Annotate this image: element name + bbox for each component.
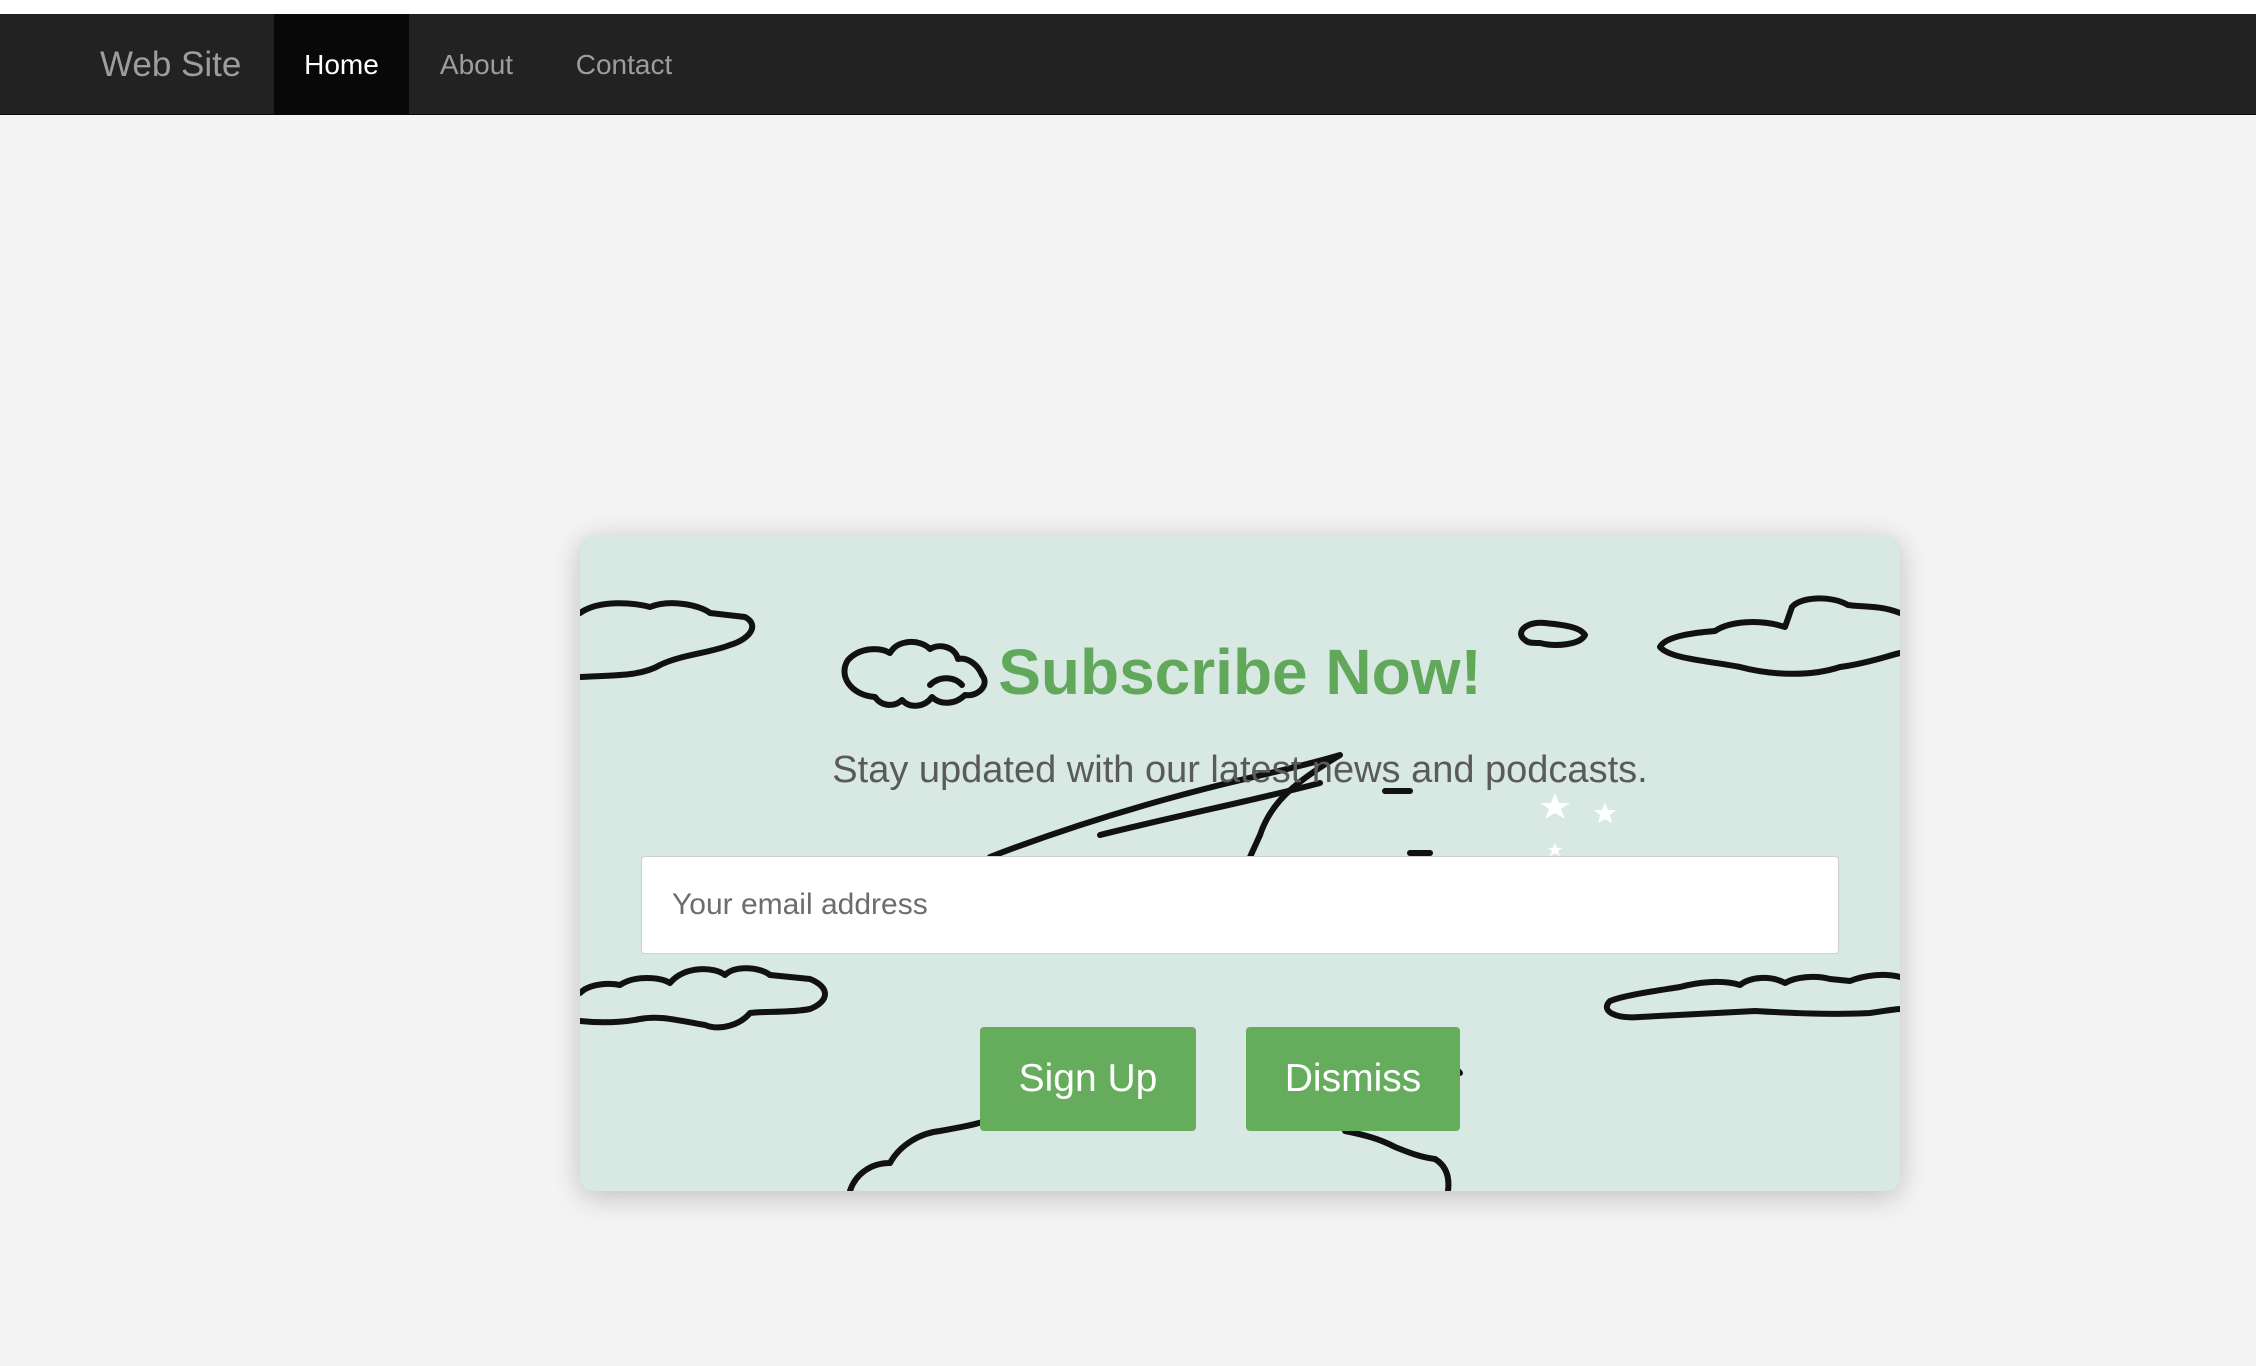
email-input[interactable] xyxy=(641,856,1839,954)
sign-up-button[interactable]: Sign Up xyxy=(980,1027,1196,1131)
top-navbar: Web Site Home About Contact xyxy=(0,14,2256,115)
subscribe-modal: Subscribe Now! Stay updated with our lat… xyxy=(580,535,1900,1191)
modal-title: Subscribe Now! xyxy=(998,636,1482,708)
cloud-doodle xyxy=(580,965,828,1031)
nav-item-home[interactable]: Home xyxy=(274,14,409,115)
cloud-doodle xyxy=(1603,971,1900,1021)
modal-subtitle: Stay updated with our latest news and po… xyxy=(832,749,1648,791)
cloud-doodle xyxy=(847,1118,988,1191)
browser-top-strip xyxy=(0,0,2256,14)
nav-item-about[interactable]: About xyxy=(409,14,544,115)
nav-item-contact[interactable]: Contact xyxy=(544,14,704,115)
dismiss-button[interactable]: Dismiss xyxy=(1246,1027,1460,1131)
star-icon xyxy=(1540,793,1570,819)
cloud-doodle xyxy=(1342,1128,1452,1191)
star-icon xyxy=(1548,843,1562,856)
star-icon xyxy=(1594,803,1616,823)
brand-logo-text[interactable]: Web Site xyxy=(100,14,241,115)
